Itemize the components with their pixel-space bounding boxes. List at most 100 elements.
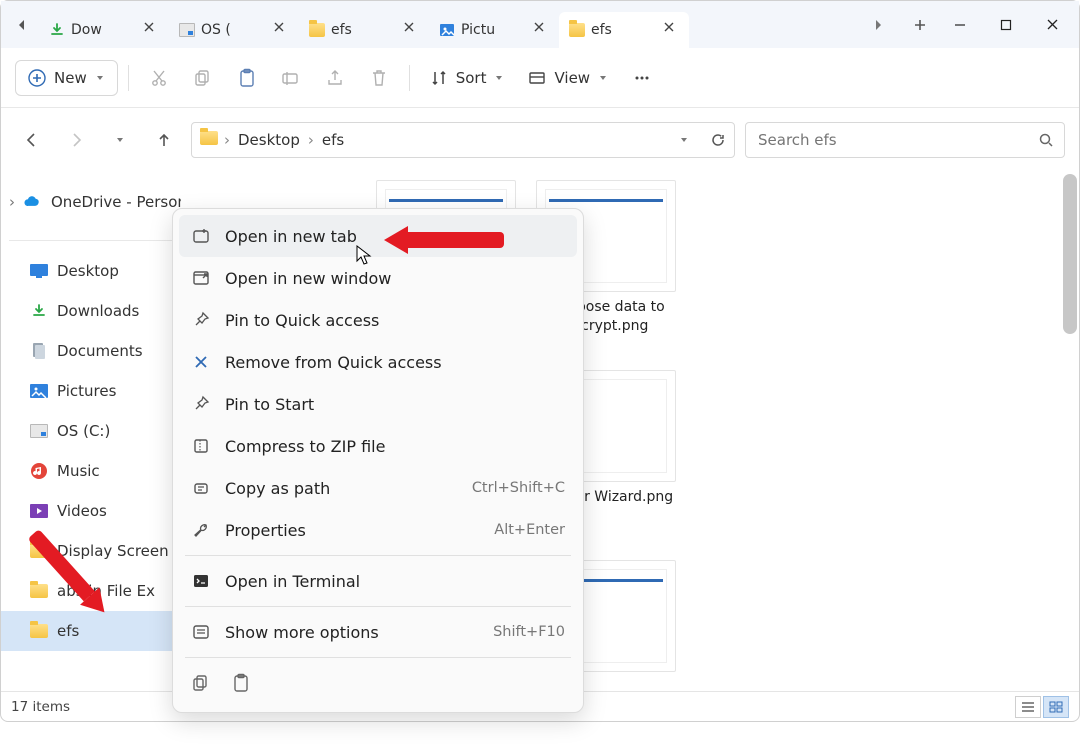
ctx-label: Copy as path (225, 479, 458, 498)
tree-music[interactable]: Music (1, 451, 181, 491)
tree-downloads[interactable]: Downloads (1, 291, 181, 331)
context-menu: Open in new tab Open in new window Pin t… (172, 208, 584, 713)
properties-icon (191, 520, 211, 540)
minimize-button[interactable] (937, 7, 983, 43)
back-button[interactable] (15, 116, 49, 164)
ctx-label: Open in new window (225, 269, 565, 288)
tree-label: Documents (57, 342, 143, 360)
refresh-button[interactable] (710, 132, 726, 148)
ctx-open-terminal[interactable]: Open in Terminal (179, 560, 577, 602)
breadcrumb-desktop[interactable]: Desktop (236, 131, 302, 149)
paste-button[interactable] (227, 58, 267, 98)
pin-icon (191, 394, 211, 414)
view-button[interactable]: View (518, 60, 618, 96)
ctx-hint: Ctrl+Shift+C (472, 480, 565, 496)
share-button[interactable] (315, 58, 355, 98)
ctx-pin-start[interactable]: Pin to Start (179, 383, 577, 425)
tree-os-c[interactable]: OS (C:) (1, 411, 181, 451)
rename-button[interactable] (271, 58, 311, 98)
pictures-icon (439, 22, 455, 38)
ctx-compress-zip[interactable]: Compress to ZIP file (179, 425, 577, 467)
tab-strip: Dow OS ( efs Pictu efs (39, 1, 861, 48)
tree-label: Desktop (57, 262, 119, 280)
tree-desktop[interactable]: Desktop (1, 251, 181, 291)
ctx-separator (185, 555, 571, 556)
delete-button[interactable] (359, 58, 399, 98)
up-button[interactable] (147, 116, 181, 164)
close-icon[interactable] (273, 21, 291, 39)
ctx-remove-quick-access[interactable]: Remove from Quick access (179, 341, 577, 383)
navigation-bar: › Desktop › efs (1, 108, 1079, 172)
recent-dropdown[interactable] (103, 116, 137, 164)
zip-icon (191, 436, 211, 456)
tab-pictures[interactable]: Pictu (429, 12, 559, 48)
tab-label: efs (331, 22, 397, 38)
maximize-button[interactable] (983, 7, 1029, 43)
close-icon[interactable] (663, 21, 681, 39)
sort-button[interactable]: Sort (420, 60, 515, 96)
ctx-label: Pin to Quick access (225, 311, 565, 330)
ctx-label: Compress to ZIP file (225, 437, 565, 456)
terminal-icon (191, 571, 211, 591)
tab-efs-1[interactable]: efs (299, 12, 429, 48)
close-window-button[interactable] (1029, 7, 1075, 43)
tree-label: OS (C:) (57, 422, 110, 440)
tab-os-drive[interactable]: OS ( (169, 12, 299, 48)
tree-videos[interactable]: Videos (1, 491, 181, 531)
breadcrumb-efs[interactable]: efs (320, 131, 346, 149)
copy-path-icon (191, 478, 211, 498)
folder-icon (569, 22, 585, 38)
ctx-open-new-window[interactable]: Open in new window (179, 257, 577, 299)
ctx-copy-path[interactable]: Copy as path Ctrl+Shift+C (179, 467, 577, 509)
pictures-icon (29, 381, 49, 401)
search-box[interactable] (745, 122, 1065, 158)
more-button[interactable] (622, 58, 662, 98)
tab-scroll-forward[interactable] (861, 8, 895, 42)
tree-label: Display Screen (57, 542, 169, 560)
more-icon (191, 622, 211, 642)
vertical-scrollbar[interactable] (1063, 174, 1077, 334)
ctx-separator (185, 606, 571, 607)
cut-button[interactable] (139, 58, 179, 98)
ctx-label: Open in Terminal (225, 572, 565, 591)
address-dropdown[interactable] (678, 134, 690, 146)
ctx-properties[interactable]: PropertiesAlt+Enter (179, 509, 577, 551)
close-icon[interactable] (143, 21, 161, 39)
search-icon (1038, 132, 1054, 148)
copy-icon[interactable] (191, 673, 213, 695)
folder-icon (29, 621, 49, 641)
ctx-open-new-tab[interactable]: Open in new tab (179, 215, 577, 257)
paste-icon[interactable] (231, 673, 253, 695)
new-tab-icon (191, 226, 211, 246)
toolbar: New Sort View (1, 48, 1079, 108)
tab-nav-back[interactable] (5, 8, 39, 42)
thumbnails-view-button[interactable] (1043, 696, 1069, 718)
sort-label: Sort (456, 69, 487, 87)
titlebar: Dow OS ( efs Pictu efs (1, 1, 1079, 48)
ctx-show-more[interactable]: Show more optionsShift+F10 (179, 611, 577, 653)
tab-label: Dow (71, 22, 137, 38)
drive-icon (179, 22, 195, 38)
tree-pictures[interactable]: Pictures (1, 371, 181, 411)
tree-documents[interactable]: Documents (1, 331, 181, 371)
address-bar[interactable]: › Desktop › efs (191, 122, 735, 158)
tab-label: OS ( (201, 22, 267, 38)
ctx-separator (185, 657, 571, 658)
tree-onedrive[interactable]: › OneDrive - Personal (1, 182, 181, 222)
tab-downloads[interactable]: Dow (39, 12, 169, 48)
remove-icon (191, 352, 211, 372)
ctx-pin-quick-access[interactable]: Pin to Quick access (179, 299, 577, 341)
tab-efs-active[interactable]: efs (559, 12, 689, 48)
new-tab-button[interactable] (903, 8, 937, 42)
new-button[interactable]: New (15, 60, 118, 96)
item-count: 17 items (11, 699, 70, 715)
forward-button[interactable] (59, 116, 93, 164)
ctx-label: Properties (225, 521, 480, 540)
folder-icon (200, 131, 218, 149)
search-input[interactable] (756, 130, 1030, 150)
details-view-button[interactable] (1015, 696, 1041, 718)
expand-icon[interactable]: › (9, 193, 15, 211)
close-icon[interactable] (403, 21, 421, 39)
copy-button[interactable] (183, 58, 223, 98)
close-icon[interactable] (533, 21, 551, 39)
